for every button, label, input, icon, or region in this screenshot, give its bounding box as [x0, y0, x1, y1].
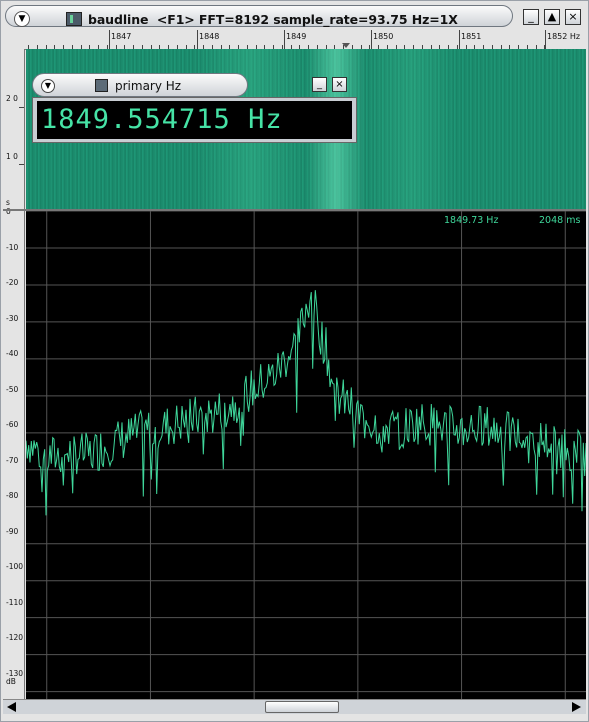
waterfall-band	[366, 49, 456, 209]
y-tick-label: -20	[6, 278, 19, 287]
ruler-major-tick	[545, 30, 546, 49]
ruler-label-1847: 1847	[111, 32, 132, 41]
y-tick-label: dB	[6, 676, 16, 686]
waterfall-label-20: 2 0	[6, 94, 18, 103]
ruler-major-tick	[109, 30, 110, 49]
title-bar[interactable]: ▼ baudline <F1> FFT=8192 sample_rate=93.…	[3, 3, 586, 29]
y-tick-label: -50	[6, 384, 19, 394]
ruler-label-1850: 1850	[373, 32, 394, 41]
ruler-label-1851: 1851	[461, 32, 482, 41]
primary-hz-title-pill[interactable]: ▼ primary Hz	[32, 73, 248, 97]
cursor-marker-icon[interactable]	[342, 43, 350, 48]
primary-hz-panel: 1849.554715 Hz	[32, 97, 357, 143]
y-tick-label: -30	[6, 313, 19, 323]
spectrum-display[interactable]: 1849.73 Hz 2048 ms	[26, 211, 586, 699]
ruler-major-tick	[459, 30, 460, 49]
primary-hz-window[interactable]: ▼ primary Hz _ × 1849.554715 Hz	[32, 73, 357, 143]
primary-hz-display: 1849.554715 Hz	[37, 101, 352, 139]
close-button[interactable]: ×	[565, 9, 581, 25]
y-tick-label: -120	[6, 633, 24, 642]
amplitude-axis[interactable]: 2 0 1 0 s 0 -10 -20 -30 -40 -50 -60 -70 -80 -90 -1…	[3, 49, 25, 699]
scroll-left-icon[interactable]	[7, 702, 16, 712]
window-title: baudline <F1> FFT=8192 sample_rate=93.75…	[88, 12, 458, 27]
ruler-label-1849: 1849	[286, 32, 307, 41]
chevron-down-icon[interactable]: ▼	[41, 79, 55, 93]
horizontal-scrollbar[interactable]	[3, 699, 586, 714]
y-tick-label: -100	[6, 562, 24, 571]
y-tick-label: -60	[6, 420, 19, 429]
baudline-window: ▼ baudline <F1> FFT=8192 sample_rate=93.…	[0, 0, 589, 722]
y-tick-label: -90	[6, 526, 19, 536]
minimize-button[interactable]: _	[523, 9, 539, 25]
scroll-right-icon[interactable]	[572, 702, 581, 712]
spectrum-trace	[26, 290, 586, 516]
meter-icon	[95, 79, 108, 92]
axis-tick	[19, 107, 24, 108]
ruler-major-tick	[284, 30, 285, 49]
chevron-down-icon[interactable]: ▼	[14, 11, 30, 27]
maximize-button[interactable]: ▲	[544, 9, 560, 25]
primary-hz-title: primary Hz	[115, 79, 182, 93]
y-tick-label: -40	[6, 349, 19, 358]
primary-hz-value: 1849.554715 Hz	[41, 104, 283, 135]
cursor-time-readout: 2048 ms	[539, 215, 581, 226]
ruler-major-tick	[371, 30, 372, 49]
y-tick-label: -70	[6, 455, 19, 465]
ruler-label-1852: 1852 Hz	[547, 32, 581, 41]
waterfall-label-10: 1 0	[6, 152, 18, 161]
y-tick-label: -110	[6, 597, 24, 607]
ruler-major-tick	[197, 30, 198, 49]
scroll-thumb[interactable]	[265, 701, 339, 713]
waterfall-label-s: s	[6, 198, 10, 207]
axis-tick	[19, 164, 24, 165]
primary-hz-minimize-button[interactable]: _	[312, 77, 327, 92]
y-tick-label: -80	[6, 491, 19, 500]
cursor-frequency-readout: 1849.73 Hz	[444, 215, 499, 226]
spectrum-plot	[26, 211, 586, 699]
primary-hz-close-button[interactable]: ×	[332, 77, 347, 92]
baudline-icon	[66, 12, 82, 26]
ruler-label-1848: 1848	[199, 32, 220, 41]
frequency-ruler[interactable]: 1847 1848 1849 1850 1851 1852 Hz	[25, 30, 586, 50]
y-tick-label: -10	[6, 242, 19, 252]
title-pill[interactable]: ▼ baudline <F1> FFT=8192 sample_rate=93.…	[5, 5, 513, 27]
